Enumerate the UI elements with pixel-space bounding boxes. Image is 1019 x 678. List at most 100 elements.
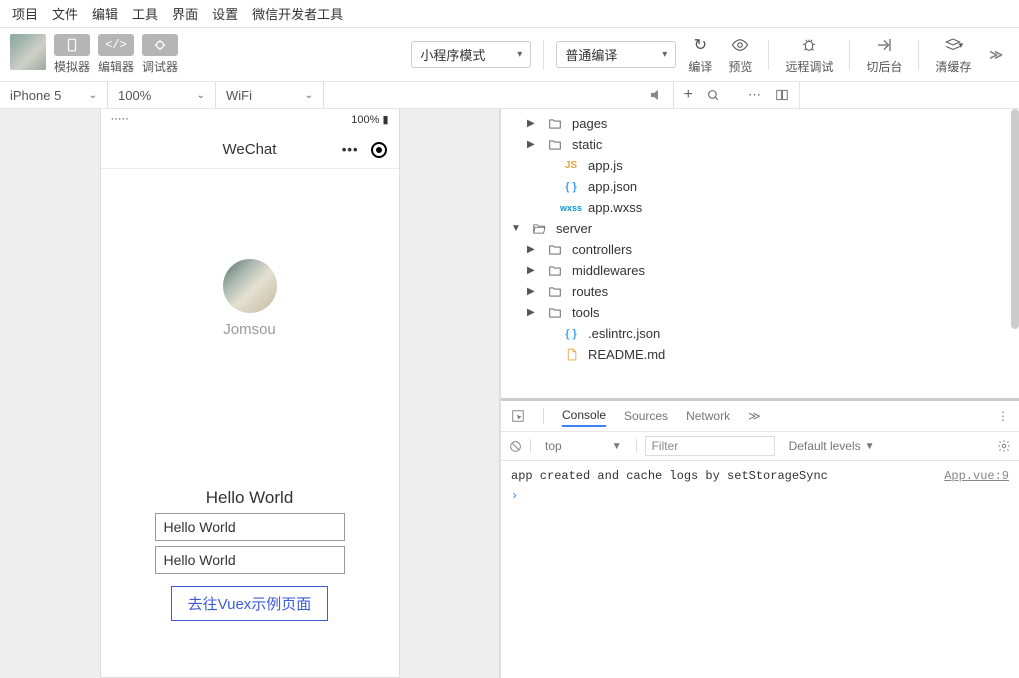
project-avatar[interactable] — [10, 34, 46, 70]
tree-item[interactable]: tools — [501, 302, 1019, 323]
device-dropdown[interactable]: iPhone 5⌄ — [0, 82, 108, 108]
tree-item[interactable]: middlewares — [501, 260, 1019, 281]
clear-console-icon[interactable] — [509, 440, 522, 453]
preview-button[interactable]: 预览 — [724, 34, 756, 75]
search-icon[interactable] — [707, 89, 720, 102]
hello-world-title: Hello World — [206, 488, 294, 508]
tree-item[interactable]: JS app.js — [501, 155, 1019, 176]
scrollbar[interactable] — [1011, 109, 1019, 329]
mode-dropdown[interactable]: 小程序模式▾ — [411, 41, 531, 68]
debugger-button[interactable]: 调试器 — [142, 34, 178, 75]
console-output: app created and cache logs by setStorage… — [501, 461, 1019, 678]
switch-background-icon — [875, 34, 893, 56]
more-horizontal-icon[interactable]: ⋯ — [748, 87, 761, 103]
menu-project[interactable]: 项目 — [12, 4, 38, 23]
eye-icon — [731, 34, 749, 56]
tree-item-label: controllers — [572, 242, 632, 257]
text-input-1[interactable]: Hello World — [155, 513, 345, 541]
menu-tools[interactable]: 工具 — [132, 4, 158, 23]
network-dropdown[interactable]: WiFi⌄ — [216, 82, 324, 108]
devtools-panel: Console Sources Network ≫ ⋮ top▼ Filter … — [501, 398, 1019, 678]
tab-console[interactable]: Console — [562, 405, 606, 427]
right-pane: pages static JS app.js { }app.jsonwxssapp.wx… — [500, 109, 1019, 678]
background-button[interactable]: 切后台 — [862, 34, 906, 75]
remote-debug-button[interactable]: 远程调试 — [781, 34, 837, 75]
tree-item[interactable]: routes — [501, 281, 1019, 302]
phone-icon — [65, 38, 79, 52]
split-panel-icon[interactable] — [775, 88, 789, 102]
inspect-icon[interactable] — [511, 409, 525, 423]
tree-item[interactable]: server — [501, 218, 1019, 239]
tree-item[interactable]: { }.eslintrc.json — [501, 323, 1019, 344]
tab-network[interactable]: Network — [686, 406, 730, 426]
filter-input[interactable]: Filter — [645, 436, 775, 456]
device-bar: iPhone 5⌄ 100%⌄ WiFi⌄ + ⋯ — [0, 82, 1019, 109]
devtools-menu-icon[interactable]: ⋮ — [997, 409, 1009, 423]
text-input-2[interactable]: Hello World — [155, 546, 345, 574]
tree-item-label: app.js — [588, 158, 623, 173]
tree-item-label: pages — [572, 116, 607, 131]
add-file-icon[interactable]: + — [684, 86, 693, 104]
menu-wechat-devtools[interactable]: 微信开发者工具 — [252, 4, 343, 23]
zoom-dropdown[interactable]: 100%⌄ — [108, 82, 216, 108]
separator — [849, 40, 850, 70]
caret-down-icon: ▾ — [517, 49, 522, 60]
status-right: 100% ▮ — [351, 113, 388, 126]
tree-arrow-icon — [527, 118, 538, 129]
menu-dots-icon[interactable]: ••• — [342, 142, 359, 157]
tree-item[interactable]: pages — [501, 113, 1019, 134]
separator — [768, 40, 769, 70]
tab-sources[interactable]: Sources — [624, 406, 668, 426]
tree-item[interactable]: controllers — [501, 239, 1019, 260]
tree-item-label: server — [556, 221, 592, 236]
more-icon[interactable]: ≫ — [983, 47, 1009, 63]
tree-item-label: README.md — [588, 347, 665, 362]
folder-icon — [543, 243, 567, 257]
tree-arrow-icon — [527, 265, 538, 276]
menu-bar: 项目 文件 编辑 工具 界面 设置 微信开发者工具 — [0, 0, 1019, 28]
folder-icon — [543, 138, 567, 152]
clear-cache-button[interactable]: ▾ 清缓存 — [931, 34, 975, 75]
sound-icon — [649, 88, 663, 102]
simulator-button[interactable]: 模拟器 — [54, 34, 90, 75]
user-avatar — [223, 259, 277, 313]
tree-item[interactable]: static — [501, 134, 1019, 155]
more-tabs-icon[interactable]: ≫ — [748, 409, 761, 423]
console-message: app created and cache logs by setStorage… — [511, 469, 828, 483]
tree-arrow-icon — [511, 223, 522, 234]
compile-dropdown[interactable]: 普通编译▾ — [556, 41, 676, 68]
file-explorer-tree: pages static JS app.js { }app.jsonwxssapp.wx… — [501, 109, 1019, 398]
tree-item-label: tools — [572, 305, 599, 320]
bug-icon — [153, 38, 167, 52]
folder-open-icon — [527, 222, 551, 236]
simulator-pane: ····· 100% ▮ WeChat ••• Jomsou Hello Wor… — [0, 109, 500, 678]
editor-button[interactable]: </> 编辑器 — [98, 34, 134, 75]
layers-icon: ▾ — [944, 34, 964, 56]
menu-interface[interactable]: 界面 — [172, 4, 198, 23]
main-area: ····· 100% ▮ WeChat ••• Jomsou Hello Wor… — [0, 109, 1019, 678]
goto-vuex-button[interactable]: 去往Vuex示例页面 — [171, 586, 329, 621]
levels-dropdown[interactable]: Default levels▼ — [783, 437, 881, 455]
settings-icon[interactable] — [997, 439, 1011, 453]
menu-edit[interactable]: 编辑 — [92, 4, 118, 23]
folder-icon — [543, 117, 567, 131]
compile-button[interactable]: ↻ 编译 — [684, 34, 716, 75]
context-dropdown[interactable]: top▼ — [539, 437, 628, 455]
tree-arrow-icon — [527, 244, 538, 255]
phone-header: WeChat ••• — [101, 131, 399, 169]
menu-file[interactable]: 文件 — [52, 4, 78, 23]
folder-icon — [543, 285, 567, 299]
file-icon — [559, 348, 583, 361]
js-icon: JS — [559, 160, 583, 171]
console-prompt[interactable]: › — [511, 485, 1009, 503]
phone-preview: ····· 100% ▮ WeChat ••• Jomsou Hello Wor… — [100, 109, 400, 678]
tree-item[interactable]: README.md — [501, 344, 1019, 365]
tree-item[interactable]: { }app.json — [501, 176, 1019, 197]
tree-item[interactable]: wxssapp.wxss — [501, 197, 1019, 218]
simulator-extra[interactable] — [324, 82, 674, 108]
close-target-icon[interactable] — [371, 142, 387, 158]
folder-icon — [543, 264, 567, 278]
menu-settings[interactable]: 设置 — [212, 4, 238, 23]
console-source-link[interactable]: App.vue:9 — [944, 469, 1009, 483]
tree-item-label: .eslintrc.json — [588, 326, 660, 341]
